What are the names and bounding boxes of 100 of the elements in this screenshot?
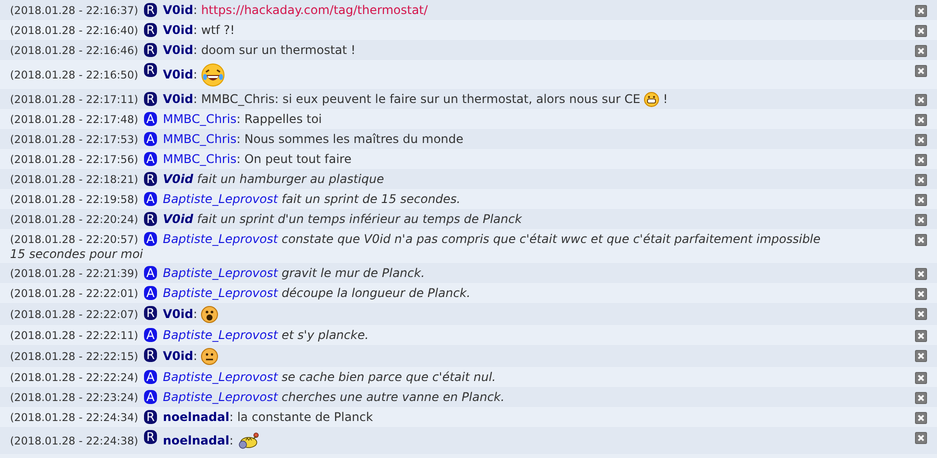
separator: : xyxy=(193,3,198,17)
delete-icon[interactable] xyxy=(915,308,927,320)
role-badge: A xyxy=(144,132,158,146)
message-text: Rappelles toi xyxy=(244,112,322,126)
delete-icon[interactable] xyxy=(915,372,927,384)
role-badge: A xyxy=(144,192,158,206)
role-badge: A xyxy=(144,328,158,342)
role-badge: R xyxy=(144,3,158,17)
timestamp: (2018.01.28 - 22:22:07) xyxy=(10,308,138,321)
delete-icon[interactable] xyxy=(915,432,927,444)
delete-icon[interactable] xyxy=(915,350,927,362)
username: V0id xyxy=(162,3,194,17)
role-badge: A xyxy=(144,232,158,246)
timestamp: (2018.01.28 - 22:22:24) xyxy=(10,371,138,384)
role-badge: A xyxy=(144,286,158,300)
timestamp: (2018.01.28 - 22:17:53) xyxy=(10,133,138,146)
message-text: se cache bien parce que c'était nul. xyxy=(282,370,496,384)
message-text: constate que V0id n'a pas compris que c'était wwc et que c'était parfaitement impossible xyxy=(282,232,821,246)
message-link[interactable]: https://hackaday.com/tag/thermostat/ xyxy=(201,3,428,17)
timestamp: (2018.01.28 - 22:16:46) xyxy=(10,44,138,57)
username: Baptiste_Leprovost xyxy=(162,370,278,384)
role-badge: A xyxy=(144,370,158,384)
message-text: et s'y plancke. xyxy=(282,328,369,342)
username: MMBC_Chris xyxy=(162,132,236,146)
timestamp: (2018.01.28 - 22:17:56) xyxy=(10,153,138,166)
delete-icon[interactable] xyxy=(915,5,927,17)
role-badge: R xyxy=(144,23,158,37)
username: V0id xyxy=(162,172,194,186)
role-badge: R xyxy=(144,212,158,226)
delete-icon[interactable] xyxy=(915,65,927,77)
username: V0id xyxy=(162,212,194,226)
role-badge: A xyxy=(144,112,158,126)
delete-icon[interactable] xyxy=(915,134,927,146)
username: Baptiste_Leprovost xyxy=(162,286,278,300)
timestamp: (2018.01.28 - 22:17:48) xyxy=(10,113,138,126)
role-badge: R xyxy=(144,63,158,77)
timestamp: (2018.01.28 - 22:24:34) xyxy=(10,411,138,424)
message-text: doom sur un thermostat ! xyxy=(201,43,356,57)
delete-icon[interactable] xyxy=(915,214,927,226)
delete-icon[interactable] xyxy=(915,114,927,126)
delete-icon[interactable] xyxy=(915,412,927,424)
username: V0id xyxy=(162,307,194,321)
timestamp: (2018.01.28 - 22:17:11) xyxy=(10,93,138,106)
username: Baptiste_Leprovost xyxy=(162,192,278,206)
separator: : xyxy=(193,43,198,57)
delete-icon[interactable] xyxy=(915,288,927,300)
timestamp: (2018.01.28 - 22:22:11) xyxy=(10,329,138,342)
role-badge: R xyxy=(144,43,158,57)
timestamp: (2018.01.28 - 22:18:21) xyxy=(10,173,138,186)
delete-icon[interactable] xyxy=(915,234,927,246)
delete-icon[interactable] xyxy=(915,194,927,206)
role-badge: R xyxy=(144,410,158,424)
timestamp: (2018.01.28 - 22:16:37) xyxy=(10,4,138,17)
role-badge: A xyxy=(144,152,158,166)
delete-icon[interactable] xyxy=(915,330,927,342)
delete-icon[interactable] xyxy=(915,392,927,404)
timestamp: (2018.01.28 - 22:20:57) xyxy=(10,233,138,246)
separator: : xyxy=(236,112,241,126)
username: MMBC_Chris xyxy=(162,112,236,126)
username: Baptiste_Leprovost xyxy=(162,232,278,246)
separator: : xyxy=(229,434,234,448)
delete-icon[interactable] xyxy=(915,45,927,57)
message-text: wtf ?! xyxy=(201,23,235,37)
message-text: découpe la longueur de Planck. xyxy=(282,286,470,300)
role-badge: R xyxy=(144,430,158,444)
message-text: 15 secondes pour moi xyxy=(10,247,144,262)
separator: : xyxy=(193,349,198,363)
username: V0id xyxy=(162,23,194,37)
role-badge: R xyxy=(144,348,158,362)
timestamp: (2018.01.28 - 22:16:50) xyxy=(10,68,138,82)
shocked-face-icon xyxy=(201,306,218,324)
separator: : xyxy=(229,410,234,424)
role-badge: R xyxy=(144,306,158,320)
message-text: ! xyxy=(662,92,668,106)
separator: : xyxy=(236,152,241,166)
username: noelnadal xyxy=(162,410,230,424)
delete-icon[interactable] xyxy=(915,94,927,106)
neutral-face-icon xyxy=(201,348,218,366)
message-text: gravit le mur de Planck. xyxy=(282,266,425,280)
message-text: MMBC_Chris: si eux peuvent le faire sur un thermostat, alors nous sur CE xyxy=(201,92,640,106)
username: V0id xyxy=(162,43,194,57)
message-text: fait un sprint de 15 secondes. xyxy=(282,192,460,206)
timestamp: (2018.01.28 - 22:22:15) xyxy=(10,350,138,363)
timestamp: (2018.01.28 - 22:21:39) xyxy=(10,267,138,280)
role-badge: R xyxy=(144,92,158,106)
message-text: cherches une autre vanne en Planck. xyxy=(282,390,505,404)
delete-icon[interactable] xyxy=(915,154,927,166)
separator: : xyxy=(193,23,198,37)
grinning-face-icon xyxy=(644,92,660,108)
delete-icon[interactable] xyxy=(915,268,927,280)
delete-icon[interactable] xyxy=(915,25,927,37)
timestamp: (2018.01.28 - 22:23:24) xyxy=(10,391,138,404)
separator: : xyxy=(193,92,198,106)
role-badge: A xyxy=(144,266,158,280)
username: V0id xyxy=(162,349,194,363)
message-text: fait un sprint d'un temps inférieur au temps de Planck xyxy=(197,212,522,226)
separator: : xyxy=(236,132,241,146)
username: Baptiste_Leprovost xyxy=(162,266,278,280)
message-text: On peut tout faire xyxy=(244,152,352,166)
delete-icon[interactable] xyxy=(915,174,927,186)
